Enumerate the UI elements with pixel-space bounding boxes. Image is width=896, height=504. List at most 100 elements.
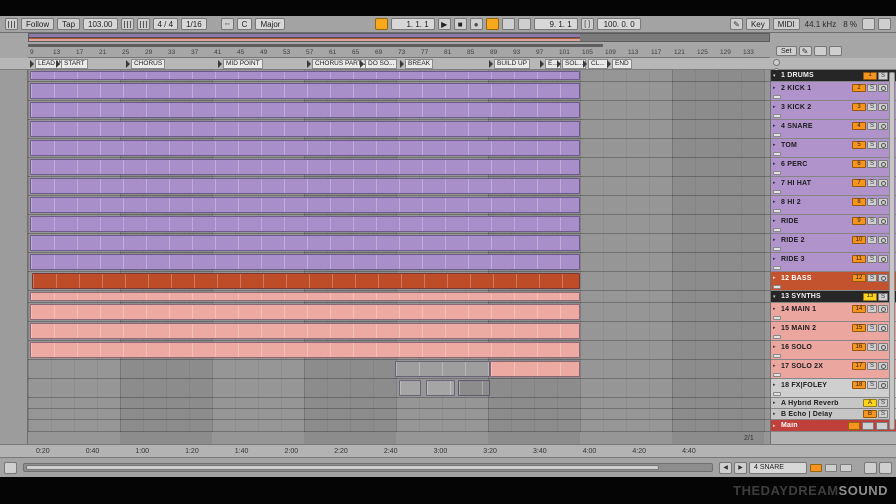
track-fold-icon[interactable]: ▸ <box>773 423 780 429</box>
track-arm-button[interactable] <box>878 122 888 130</box>
lane-4-snare[interactable] <box>28 120 770 139</box>
nudge-up-button[interactable] <box>136 18 150 30</box>
track-solo-button[interactable]: S <box>867 198 877 206</box>
track-arm-pill[interactable] <box>773 114 781 118</box>
clip[interactable] <box>30 323 581 339</box>
track-solo-button[interactable]: S <box>867 255 877 263</box>
lane-6-perc[interactable] <box>28 158 770 177</box>
lane-7-hi-hat[interactable] <box>28 177 770 196</box>
track-arm-button[interactable] <box>878 217 888 225</box>
track-arm-button[interactable] <box>878 274 888 282</box>
lane-a-hybrid-reverb[interactable] <box>28 398 770 409</box>
track-arm-pill[interactable] <box>773 392 781 396</box>
track-header-8-hi-2[interactable]: ▸ 8 HI 2 8S <box>771 196 896 215</box>
track-activator[interactable]: 14 <box>852 305 866 313</box>
beat-ruler[interactable]: 9 13 17 21 25 29 33 37 41 45 49 53 57 61 65 69 73 77 81 85 8… <box>28 42 770 58</box>
track-arm-button[interactable] <box>878 305 888 313</box>
track-activator[interactable]: 18 <box>852 381 866 389</box>
track-activator[interactable]: 4 <box>852 122 866 130</box>
main-control-box[interactable] <box>862 421 874 430</box>
track-activator[interactable]: 11 <box>852 255 866 263</box>
clip[interactable] <box>30 71 581 80</box>
track-solo-button[interactable]: S <box>867 324 877 332</box>
prev-track-button[interactable] <box>719 461 732 474</box>
clip[interactable] <box>30 83 581 99</box>
track-fold-icon[interactable]: ▾ <box>773 73 780 79</box>
lane-ride[interactable] <box>28 215 770 234</box>
track-header-ride-2[interactable]: ▸ RIDE 2 10 S <box>771 234 896 253</box>
expand-all-tracks-button[interactable] <box>773 59 780 66</box>
clip[interactable] <box>31 273 581 289</box>
track-header-4-snare[interactable]: ▸ 4 SNARE 4 S <box>771 120 896 139</box>
track-arm-button[interactable] <box>878 160 888 168</box>
track-solo-button[interactable]: S <box>878 399 888 407</box>
track-header-7-hi-hat[interactable]: ▸ 7 HI HAT 7 S <box>771 177 896 196</box>
track-fold-icon[interactable]: ▸ <box>773 344 780 350</box>
draw-mode-button[interactable] <box>729 18 743 30</box>
track-fold-icon[interactable]: ▸ <box>773 363 780 369</box>
stop-button[interactable] <box>453 18 467 30</box>
track-fold-icon[interactable]: ▸ <box>773 382 780 388</box>
track-solo-button[interactable]: S <box>867 236 877 244</box>
locator-mid-point[interactable]: MID POINT <box>218 59 263 69</box>
track-solo-button[interactable]: S <box>867 122 877 130</box>
track-fold-icon[interactable]: ▸ <box>773 218 780 224</box>
track-fold-icon[interactable]: ▸ <box>773 180 780 186</box>
track-header-a-hybrid-reverb[interactable]: ▸ A Hybrid Reverb A S <box>771 398 896 409</box>
zoom-back-button[interactable] <box>4 461 17 474</box>
clip[interactable] <box>30 342 581 358</box>
track-arm-button[interactable] <box>878 103 888 111</box>
track-header-3-kick-2[interactable]: ▸ 3 KICK 2 3S <box>771 101 896 120</box>
track-activator[interactable]: B <box>863 410 877 418</box>
selected-track-arm-box[interactable] <box>840 463 852 472</box>
track-arm-pill[interactable] <box>773 152 781 156</box>
track-arm-pill[interactable] <box>773 228 781 232</box>
lane-12-bass[interactable] <box>28 272 770 291</box>
track-arm-button[interactable] <box>878 381 888 389</box>
track-header-main[interactable]: ▸ Main <box>771 420 896 432</box>
track-fold-icon[interactable]: ▸ <box>773 400 780 406</box>
lane-ride-3[interactable] <box>28 253 770 272</box>
io-toggle-button[interactable] <box>813 46 827 56</box>
track-activator[interactable]: 2 <box>852 84 866 92</box>
clip[interactable] <box>30 197 581 213</box>
scroll-lock-button[interactable] <box>864 461 877 474</box>
track-arm-pill[interactable] <box>773 190 781 194</box>
track-header-2-kick-1[interactable]: ▸ 2 KICK 1 2S <box>771 82 896 101</box>
arrangement-area[interactable] <box>28 70 770 444</box>
track-solo-button[interactable]: S <box>878 410 888 418</box>
selected-track-solo-box[interactable] <box>825 463 837 472</box>
options-icon[interactable] <box>5 18 18 30</box>
track-arm-pill[interactable] <box>773 133 781 137</box>
lane-15-main-2[interactable] <box>28 322 770 341</box>
track-arm-button[interactable] <box>878 141 888 149</box>
track-arm-button[interactable] <box>878 84 888 92</box>
locator-start[interactable]: START <box>56 59 88 69</box>
track-fold-icon[interactable]: ▸ <box>773 161 780 167</box>
track-solo-button[interactable]: S <box>867 217 877 225</box>
clip[interactable] <box>30 140 581 156</box>
track-solo-button[interactable]: S <box>867 84 877 92</box>
clip[interactable] <box>30 216 581 232</box>
main-color-box[interactable] <box>848 421 860 430</box>
loop-start-display[interactable]: 9. 1. 1 <box>533 18 578 30</box>
lane-13-synths[interactable] <box>28 291 770 303</box>
lane-tom[interactable] <box>28 139 770 158</box>
selected-track-display[interactable]: 4 SNARE <box>749 461 807 474</box>
track-solo-button[interactable]: S <box>878 292 888 301</box>
locator-cl[interactable]: CL... <box>583 59 608 69</box>
clip[interactable] <box>30 292 581 301</box>
automation-arm-button[interactable] <box>501 18 515 30</box>
track-solo-button[interactable]: S <box>867 141 877 149</box>
track-solo-button[interactable]: S <box>867 179 877 187</box>
track-arm-button[interactable] <box>878 324 888 332</box>
track-solo-button[interactable]: S <box>878 71 888 80</box>
lane-17-solo-2x[interactable] <box>28 360 770 379</box>
track-header-14-main-1[interactable]: ▸ 14 MAIN 1 14 S <box>771 303 896 322</box>
track-arm-button[interactable] <box>878 236 888 244</box>
track-activator[interactable]: 7 <box>852 179 866 187</box>
lane-ride-2[interactable] <box>28 234 770 253</box>
scale-name-menu[interactable]: Major <box>255 18 286 30</box>
track-arm-pill[interactable] <box>773 247 781 251</box>
track-header-16-solo[interactable]: ▸ 16 SOLO 16 S <box>771 341 896 360</box>
